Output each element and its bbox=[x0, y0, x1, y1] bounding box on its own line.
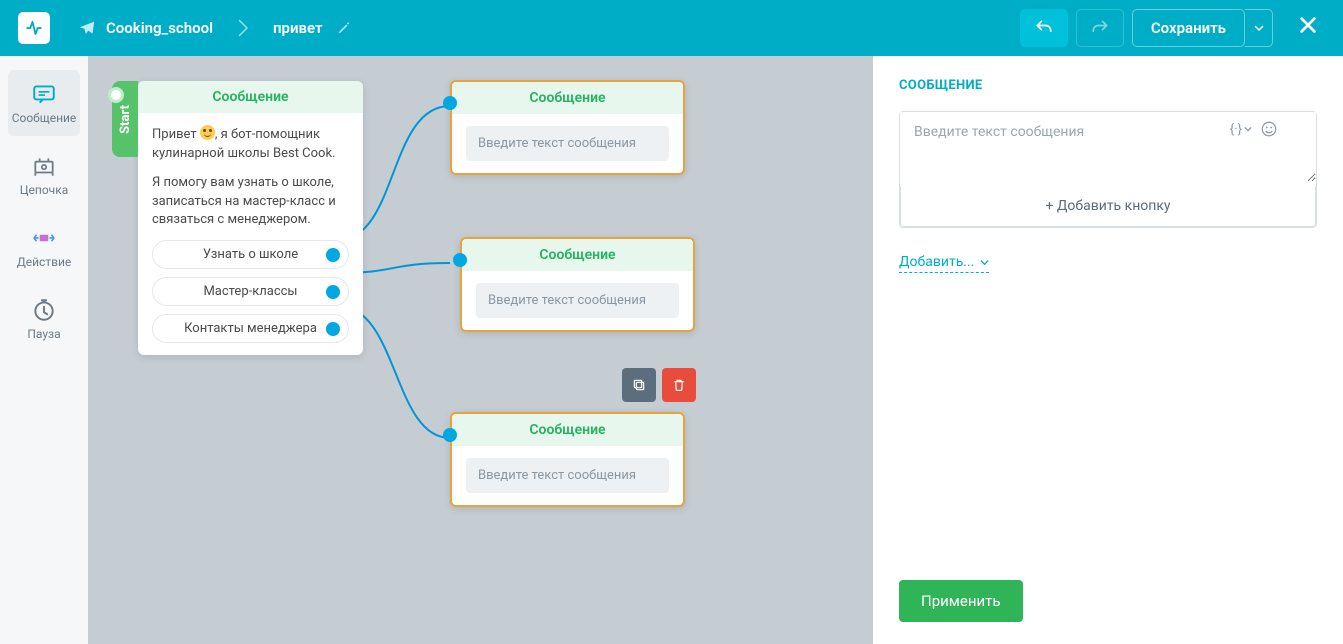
telegram-icon bbox=[78, 19, 96, 37]
flow-node-message-2[interactable]: Сообщение Введите текст сообщения bbox=[460, 237, 695, 332]
pencil-icon[interactable] bbox=[337, 21, 351, 35]
sidebar-item-label: Цепочка bbox=[20, 183, 68, 197]
option-button-0[interactable]: Узнать о школе bbox=[152, 240, 349, 269]
sidebar-item-chain[interactable]: Цепочка bbox=[8, 142, 80, 208]
breadcrumb: Cooking_school привет bbox=[78, 19, 351, 37]
node-placeholder: Введите текст сообщения bbox=[466, 126, 669, 161]
node-message-text: Привет , я бот-помощник кулинарной школы… bbox=[152, 125, 349, 230]
node-title: Сообщение bbox=[452, 414, 683, 446]
app-logo[interactable] bbox=[18, 12, 50, 44]
smile-emoji-icon bbox=[200, 125, 215, 140]
start-port bbox=[108, 87, 124, 103]
flow-node-message-1[interactable]: Сообщение Введите текст сообщения bbox=[450, 80, 685, 175]
out-port[interactable] bbox=[326, 322, 340, 336]
option-button-2[interactable]: Контакты менеджера bbox=[152, 314, 349, 343]
header-actions: Сохранить bbox=[1020, 9, 1325, 47]
close-button[interactable] bbox=[1297, 14, 1325, 42]
apply-button[interactable]: Применить bbox=[899, 580, 1023, 622]
trash-icon bbox=[671, 377, 687, 393]
add-link-label: Добавить... bbox=[899, 254, 974, 270]
option-label: Контакты менеджера bbox=[184, 321, 317, 336]
pause-icon bbox=[31, 297, 57, 323]
node-title: Сообщение bbox=[452, 82, 683, 114]
caret-down-icon bbox=[1244, 125, 1252, 133]
chain-icon bbox=[31, 153, 57, 179]
delete-node-button[interactable] bbox=[662, 368, 696, 402]
sidebar-item-label: Пауза bbox=[27, 327, 60, 341]
node-placeholder: Введите текст сообщения bbox=[466, 458, 669, 493]
undo-button[interactable] bbox=[1020, 9, 1068, 47]
panel-title: СООБЩЕНИЕ bbox=[899, 78, 1317, 93]
flow-node-message-3[interactable]: Сообщение Введите текст сообщения bbox=[450, 412, 685, 507]
sidebar-item-label: Действие bbox=[17, 255, 72, 269]
flow-canvas[interactable]: Start Сообщение Привет , я бот-помощник … bbox=[88, 56, 873, 644]
flow-node-start[interactable]: Start Сообщение Привет , я бот-помощник … bbox=[138, 81, 363, 355]
right-panel: СООБЩЕНИЕ {·} + Добавить кнопку Добавить… bbox=[873, 56, 1343, 644]
breadcrumb-bot[interactable]: Cooking_school bbox=[106, 19, 213, 37]
node-actions bbox=[622, 368, 696, 402]
caret-down-icon bbox=[980, 258, 989, 267]
breadcrumb-flow[interactable]: привет bbox=[273, 19, 323, 37]
add-button-button[interactable]: + Добавить кнопку bbox=[900, 186, 1316, 227]
chevron-right-icon bbox=[238, 19, 248, 37]
out-port[interactable] bbox=[326, 285, 340, 299]
save-button[interactable]: Сохранить bbox=[1132, 9, 1245, 47]
option-label: Мастер-классы bbox=[203, 284, 297, 299]
top-header: Cooking_school привет Сохранить bbox=[0, 0, 1343, 56]
sidebar-item-label: Сообщение bbox=[12, 111, 77, 125]
sidebar-item-pause[interactable]: Пауза bbox=[8, 286, 80, 352]
option-button-1[interactable]: Мастер-классы bbox=[152, 277, 349, 306]
redo-button[interactable] bbox=[1076, 9, 1124, 47]
sidebar-item-action[interactable]: Действие bbox=[8, 214, 80, 280]
option-label: Узнать о школе bbox=[203, 247, 298, 262]
node-title: Сообщение bbox=[462, 239, 693, 271]
node-title: Сообщение bbox=[138, 81, 363, 113]
message-icon bbox=[31, 81, 57, 107]
in-port[interactable] bbox=[443, 96, 457, 110]
copy-icon bbox=[631, 377, 647, 393]
in-port[interactable] bbox=[453, 253, 467, 267]
add-element-link[interactable]: Добавить... bbox=[899, 254, 989, 273]
save-dropdown[interactable] bbox=[1245, 9, 1273, 47]
out-port[interactable] bbox=[326, 248, 340, 262]
copy-node-button[interactable] bbox=[622, 368, 656, 402]
emoji-picker-icon[interactable] bbox=[1260, 120, 1278, 138]
insert-variable-button[interactable]: {·} bbox=[1230, 122, 1252, 137]
node-placeholder: Введите текст сообщения bbox=[476, 283, 679, 318]
left-sidebar: Сообщение Цепочка Действие Пауза bbox=[0, 56, 88, 644]
sidebar-item-message[interactable]: Сообщение bbox=[8, 70, 80, 136]
action-icon bbox=[31, 225, 57, 251]
in-port[interactable] bbox=[443, 428, 457, 442]
